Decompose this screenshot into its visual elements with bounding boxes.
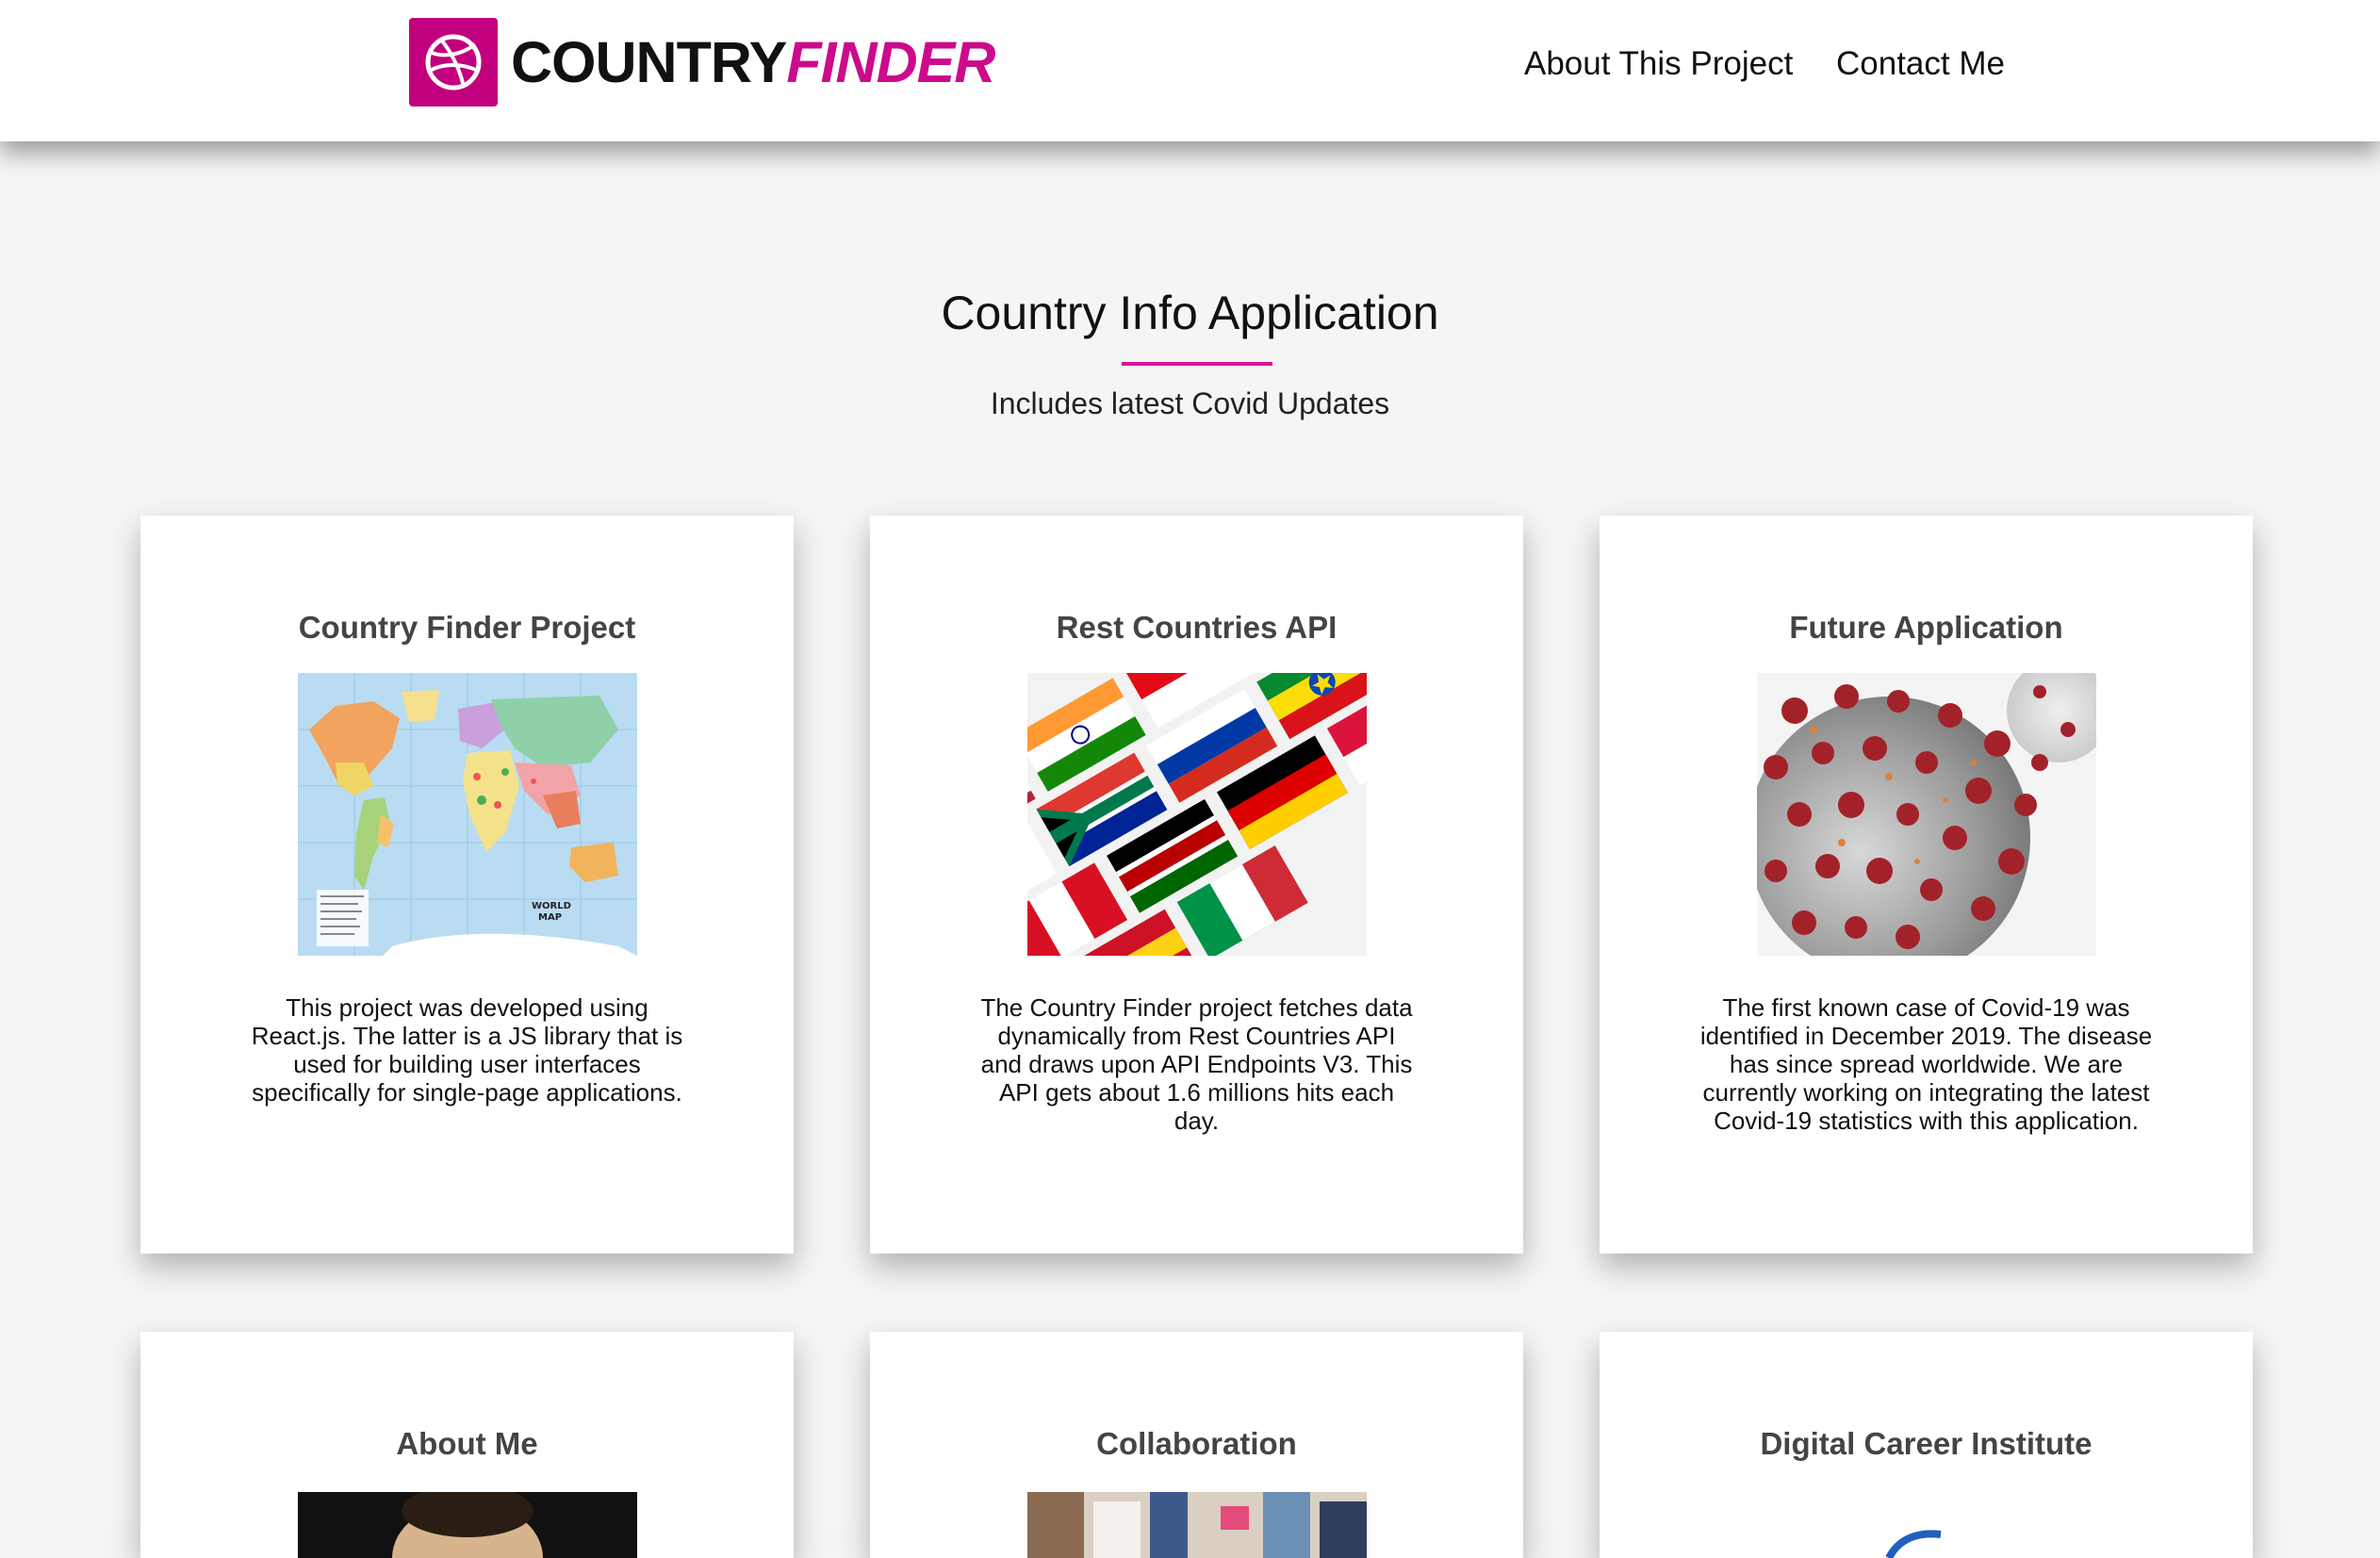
navbar: COUNTRYFINDER About This Project Contact…: [0, 0, 2380, 141]
card-description: This project was developed using React.j…: [251, 993, 683, 1107]
card-title: Collaboration: [1096, 1426, 1297, 1461]
card-title: Future Application: [1789, 610, 2063, 645]
flags-image: [1027, 673, 1367, 956]
brand-name-primary: COUNTRY: [511, 30, 787, 94]
card-about-me: About Me: [140, 1332, 794, 1558]
card-description: The first known case of Covid-19 was ide…: [1699, 993, 2153, 1135]
card-title: Digital Career Institute: [1760, 1426, 2093, 1461]
card-title: About Me: [396, 1426, 538, 1461]
institute-logo-image: [1757, 1492, 2096, 1558]
brand-name-secondary: FINDER: [786, 30, 995, 94]
card-country-finder-project: Country Finder Project WORLD MAP This pr…: [140, 516, 794, 1254]
page-subtitle: Includes latest Covid Updates: [990, 386, 1390, 420]
brand-logo[interactable]: COUNTRYFINDER: [409, 18, 995, 107]
card-description: The Country Finder project fetches data …: [980, 993, 1413, 1135]
card-title: Rest Countries API: [1056, 610, 1338, 645]
brand-name: COUNTRYFINDER: [511, 29, 995, 95]
dribbble-ball-icon: [409, 18, 498, 107]
team-meeting-image: [1027, 1492, 1367, 1558]
card-digital-career-institute: Digital Career Institute: [1600, 1332, 2253, 1558]
card-title: Country Finder Project: [298, 610, 636, 645]
world-map-image: WORLD MAP: [298, 673, 637, 956]
portrait-image: [298, 1492, 637, 1558]
main-content: Country Info Application Includes latest…: [0, 141, 2380, 1558]
svg-text:MAP: MAP: [538, 912, 562, 923]
page-title: Country Info Application: [941, 287, 1439, 339]
title-underline: [1122, 362, 1272, 366]
coronavirus-image: [1757, 673, 2096, 956]
svg-text:WORLD: WORLD: [532, 901, 571, 911]
card-rest-countries-api: Rest Countries API The Country Finder pr…: [870, 516, 1523, 1254]
nav-link-about-project[interactable]: About This Project: [1524, 45, 1793, 83]
card-future-application: Future Application The first known case …: [1600, 516, 2253, 1254]
card-collaboration: Collaboration: [870, 1332, 1523, 1558]
nav-link-contact-me[interactable]: Contact Me: [1836, 45, 2005, 83]
